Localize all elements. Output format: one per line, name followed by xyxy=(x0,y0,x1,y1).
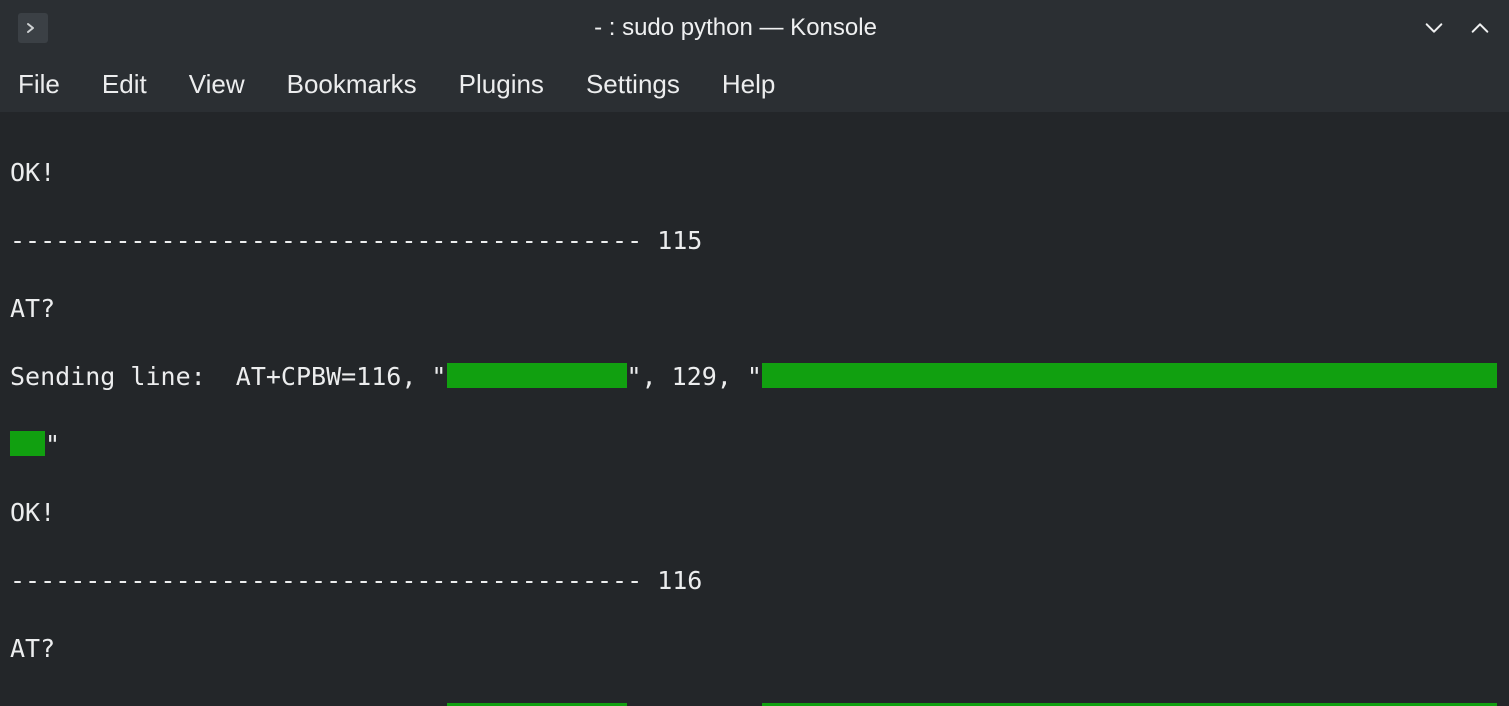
redacted-block xyxy=(447,363,627,388)
output-line: ----------------------------------------… xyxy=(10,224,1499,258)
output-line: AT? xyxy=(10,292,1499,326)
chevron-up-icon[interactable] xyxy=(1469,17,1491,39)
redacted-block xyxy=(762,363,1497,388)
chevron-down-icon[interactable] xyxy=(1423,17,1445,39)
output-line: OK! xyxy=(10,496,1499,530)
menu-bookmarks[interactable]: Bookmarks xyxy=(287,69,417,100)
output-line: OK! xyxy=(10,156,1499,190)
output-line: ----------------------------------------… xyxy=(10,564,1499,598)
menu-file[interactable]: File xyxy=(18,69,60,100)
output-line: Sending line: AT+CPBW=117, " ", 129, " xyxy=(10,700,1499,706)
output-line: " xyxy=(10,428,1499,462)
terminal-icon xyxy=(18,13,48,43)
output-segment: " xyxy=(45,430,60,459)
terminal-output[interactable]: OK! ------------------------------------… xyxy=(0,112,1509,706)
output-segment: ", 129, " xyxy=(627,362,762,391)
menubar: File Edit View Bookmarks Plugins Setting… xyxy=(0,56,1509,112)
redacted-block xyxy=(10,431,45,456)
output-line: AT? xyxy=(10,632,1499,666)
menu-help[interactable]: Help xyxy=(722,69,775,100)
output-segment: ", 129, " xyxy=(627,702,762,706)
output-segment: Sending line: AT+CPBW=117, " xyxy=(10,702,447,706)
menu-view[interactable]: View xyxy=(189,69,245,100)
window-title: - : sudo python — Konsole xyxy=(594,14,877,41)
titlebar: - : sudo python — Konsole xyxy=(0,0,1509,56)
menu-settings[interactable]: Settings xyxy=(586,69,680,100)
menu-plugins[interactable]: Plugins xyxy=(459,69,544,100)
output-segment: Sending line: AT+CPBW=116, " xyxy=(10,362,447,391)
output-line: Sending line: AT+CPBW=116, " ", 129, " xyxy=(10,360,1499,394)
menu-edit[interactable]: Edit xyxy=(102,69,147,100)
